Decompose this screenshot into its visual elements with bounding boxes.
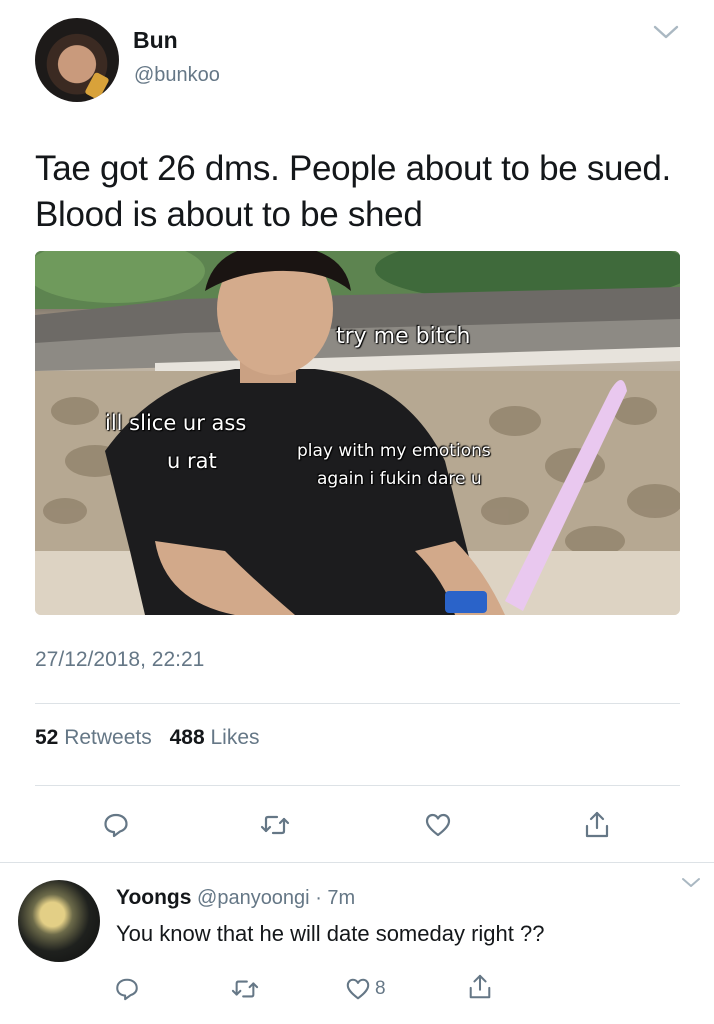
tweet-stats: 52 Retweets 488 Likes	[35, 726, 272, 750]
meme-caption: ill slice ur ass	[105, 411, 247, 435]
retweet-icon	[231, 980, 259, 998]
likes-count: 488	[169, 726, 205, 749]
share-icon	[585, 811, 609, 838]
reply-header: Yoongs @panyoongi · 7m	[116, 886, 355, 910]
divider	[35, 785, 680, 786]
reply-retweet-button[interactable]	[228, 972, 262, 1006]
meme-caption: again i fukin dare u	[317, 469, 482, 489]
reply-like-button[interactable]: 8	[345, 976, 386, 1002]
retweets-stat[interactable]: 52 Retweets	[35, 726, 170, 749]
like-icon	[346, 978, 370, 1000]
retweets-count: 52	[35, 726, 59, 749]
reply-separator: ·	[315, 887, 322, 909]
meme-caption: try me bitch	[336, 324, 471, 349]
reply-author-name[interactable]: Yoongs	[116, 886, 191, 909]
share-icon	[469, 974, 491, 999]
retweet-button[interactable]	[258, 808, 292, 842]
like-icon	[425, 813, 451, 837]
retweet-icon	[260, 815, 290, 835]
divider	[35, 703, 680, 704]
retweets-label: Retweets	[64, 726, 152, 749]
likes-label: Likes	[210, 726, 260, 749]
reply-icon	[104, 813, 128, 838]
reply-text: You know that he will date someday right…	[116, 921, 545, 946]
author-avatar[interactable]	[35, 18, 119, 102]
meme-caption: play with my emotions	[297, 441, 491, 461]
likes-stat[interactable]: 488 Likes	[170, 726, 272, 749]
chevron-down-icon[interactable]	[652, 22, 680, 42]
reply-author-handle[interactable]: @panyoongi	[197, 887, 310, 909]
reply-reply-button[interactable]	[110, 972, 144, 1006]
tweet-text: Tae got 26 dms. People about to be sued.…	[35, 149, 671, 234]
reply-button[interactable]	[99, 808, 133, 842]
author-name[interactable]: Bun	[133, 27, 178, 54]
chevron-down-icon[interactable]	[681, 876, 701, 890]
tweet-timestamp[interactable]: 27/12/2018, 22:21	[35, 648, 204, 672]
section-divider	[0, 862, 714, 863]
reply-icon	[116, 978, 138, 1001]
meme-caption: u rat	[167, 449, 217, 473]
reply-share-button[interactable]	[463, 970, 497, 1004]
like-button[interactable]	[421, 808, 455, 842]
share-button[interactable]	[580, 808, 614, 842]
author-handle[interactable]: @bunkoo	[134, 64, 220, 87]
reply-like-count: 8	[375, 978, 386, 999]
reply-avatar[interactable]	[18, 880, 100, 962]
tweet-media-image[interactable]: try me bitch ill slice ur ass u rat play…	[35, 251, 680, 615]
reply-time[interactable]: 7m	[327, 887, 355, 909]
